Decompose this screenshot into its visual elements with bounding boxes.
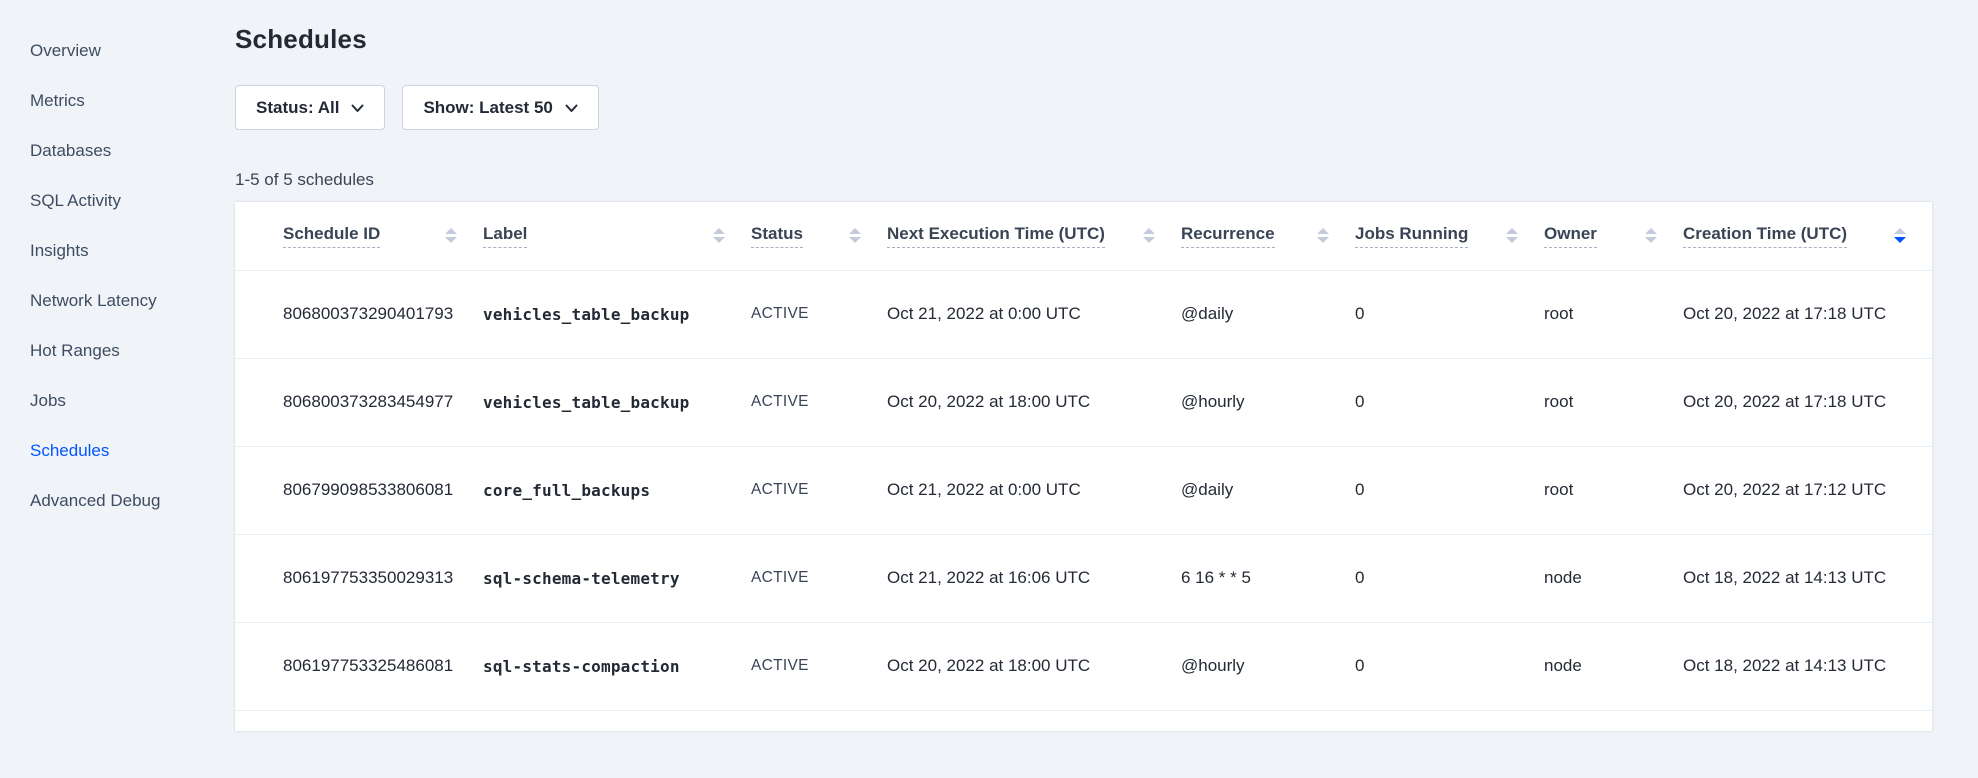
- sidebar-item-insights[interactable]: Insights: [30, 226, 235, 276]
- status-badge: ACTIVE: [751, 270, 887, 358]
- show-latest-label: Show: Latest 50: [423, 98, 552, 118]
- column-header-jobs-running[interactable]: Jobs Running: [1355, 202, 1544, 270]
- chevron-down-icon: [351, 104, 364, 113]
- status-badge: ACTIVE: [751, 622, 887, 710]
- status-badge: ACTIVE: [751, 446, 887, 534]
- results-count: 1-5 of 5 schedules: [235, 170, 1932, 190]
- cell-jobs-running: 0: [1355, 446, 1544, 534]
- schedules-table: Schedule ID Label Status Next Execution …: [235, 202, 1932, 711]
- sort-icon: [1317, 228, 1329, 243]
- cell-jobs-running: 0: [1355, 534, 1544, 622]
- cell-label: sql-stats-compaction: [483, 622, 751, 710]
- show-latest-dropdown[interactable]: Show: Latest 50: [402, 85, 598, 130]
- column-label: Next Execution Time (UTC): [887, 224, 1105, 248]
- column-header-label[interactable]: Label: [483, 202, 751, 270]
- column-label: Creation Time (UTC): [1683, 224, 1847, 248]
- page-title: Schedules: [235, 24, 1932, 55]
- cell-schedule-id: 806197753325486081: [235, 622, 483, 710]
- column-label: Label: [483, 224, 527, 248]
- sidebar-item-jobs[interactable]: Jobs: [30, 376, 235, 426]
- cell-next-execution: Oct 21, 2022 at 0:00 UTC: [887, 270, 1181, 358]
- cell-jobs-running: 0: [1355, 622, 1544, 710]
- cell-recurrence: @daily: [1181, 446, 1355, 534]
- cell-creation-time: Oct 20, 2022 at 17:18 UTC: [1683, 270, 1932, 358]
- table-row[interactable]: 806799098533806081 core_full_backups ACT…: [235, 446, 1932, 534]
- cell-recurrence: @hourly: [1181, 622, 1355, 710]
- cell-owner: root: [1544, 446, 1683, 534]
- cell-label: vehicles_table_backup: [483, 358, 751, 446]
- cell-schedule-id: 806800373283454977: [235, 358, 483, 446]
- status-filter-dropdown[interactable]: Status: All: [235, 85, 385, 130]
- column-header-owner[interactable]: Owner: [1544, 202, 1683, 270]
- sort-icon: [849, 228, 861, 243]
- schedules-table-card: Schedule ID Label Status Next Execution …: [235, 202, 1932, 731]
- column-label: Status: [751, 224, 803, 248]
- cell-label: core_full_backups: [483, 446, 751, 534]
- status-badge: ACTIVE: [751, 358, 887, 446]
- sidebar-item-hot-ranges[interactable]: Hot Ranges: [30, 326, 235, 376]
- cell-label: sql-schema-telemetry: [483, 534, 751, 622]
- cell-recurrence: @daily: [1181, 270, 1355, 358]
- cell-creation-time: Oct 20, 2022 at 17:18 UTC: [1683, 358, 1932, 446]
- cell-recurrence: @hourly: [1181, 358, 1355, 446]
- cell-creation-time: Oct 20, 2022 at 17:12 UTC: [1683, 446, 1932, 534]
- cell-schedule-id: 806799098533806081: [235, 446, 483, 534]
- column-label: Schedule ID: [283, 224, 380, 248]
- sidebar-item-overview[interactable]: Overview: [30, 26, 235, 76]
- sidebar-item-network-latency[interactable]: Network Latency: [30, 276, 235, 326]
- sidebar-item-advanced-debug[interactable]: Advanced Debug: [30, 476, 235, 526]
- column-label: Recurrence: [1181, 224, 1275, 248]
- column-label: Owner: [1544, 224, 1597, 248]
- sort-icon: [1506, 228, 1518, 243]
- chevron-down-icon: [565, 104, 578, 113]
- sort-icon: [713, 228, 725, 243]
- sidebar-item-databases[interactable]: Databases: [30, 126, 235, 176]
- filter-bar: Status: All Show: Latest 50: [235, 85, 1932, 130]
- table-row[interactable]: 806800373283454977 vehicles_table_backup…: [235, 358, 1932, 446]
- cell-recurrence: 6 16 * * 5: [1181, 534, 1355, 622]
- status-badge: ACTIVE: [751, 534, 887, 622]
- column-header-status[interactable]: Status: [751, 202, 887, 270]
- cell-next-execution: Oct 20, 2022 at 18:00 UTC: [887, 358, 1181, 446]
- cell-label: vehicles_table_backup: [483, 270, 751, 358]
- status-filter-label: Status: All: [256, 98, 339, 118]
- sort-icon: [445, 228, 457, 243]
- column-header-next-execution-time[interactable]: Next Execution Time (UTC): [887, 202, 1181, 270]
- sidebar-item-metrics[interactable]: Metrics: [30, 76, 235, 126]
- sort-icon: [1143, 228, 1155, 243]
- cell-owner: root: [1544, 358, 1683, 446]
- column-header-recurrence[interactable]: Recurrence: [1181, 202, 1355, 270]
- sidebar: Overview Metrics Databases SQL Activity …: [0, 0, 235, 778]
- sort-icon: [1645, 228, 1657, 243]
- sort-desc-icon: [1894, 228, 1906, 243]
- cell-schedule-id: 806197753350029313: [235, 534, 483, 622]
- cell-jobs-running: 0: [1355, 270, 1544, 358]
- table-row[interactable]: 806197753350029313 sql-schema-telemetry …: [235, 534, 1932, 622]
- column-header-creation-time[interactable]: Creation Time (UTC): [1683, 202, 1932, 270]
- cell-jobs-running: 0: [1355, 358, 1544, 446]
- table-header-row: Schedule ID Label Status Next Execution …: [235, 202, 1932, 270]
- main-content: Schedules Status: All Show: Latest 50 1-…: [235, 0, 1978, 778]
- cell-creation-time: Oct 18, 2022 at 14:13 UTC: [1683, 534, 1932, 622]
- cell-owner: node: [1544, 622, 1683, 710]
- cell-next-execution: Oct 21, 2022 at 16:06 UTC: [887, 534, 1181, 622]
- cell-schedule-id: 806800373290401793: [235, 270, 483, 358]
- cell-creation-time: Oct 18, 2022 at 14:13 UTC: [1683, 622, 1932, 710]
- sidebar-item-sql-activity[interactable]: SQL Activity: [30, 176, 235, 226]
- cell-owner: node: [1544, 534, 1683, 622]
- column-header-schedule-id[interactable]: Schedule ID: [235, 202, 483, 270]
- cell-next-execution: Oct 21, 2022 at 0:00 UTC: [887, 446, 1181, 534]
- table-row[interactable]: 806800373290401793 vehicles_table_backup…: [235, 270, 1932, 358]
- column-label: Jobs Running: [1355, 224, 1468, 248]
- cell-owner: root: [1544, 270, 1683, 358]
- cell-next-execution: Oct 20, 2022 at 18:00 UTC: [887, 622, 1181, 710]
- table-row[interactable]: 806197753325486081 sql-stats-compaction …: [235, 622, 1932, 710]
- sidebar-item-schedules[interactable]: Schedules: [30, 426, 235, 476]
